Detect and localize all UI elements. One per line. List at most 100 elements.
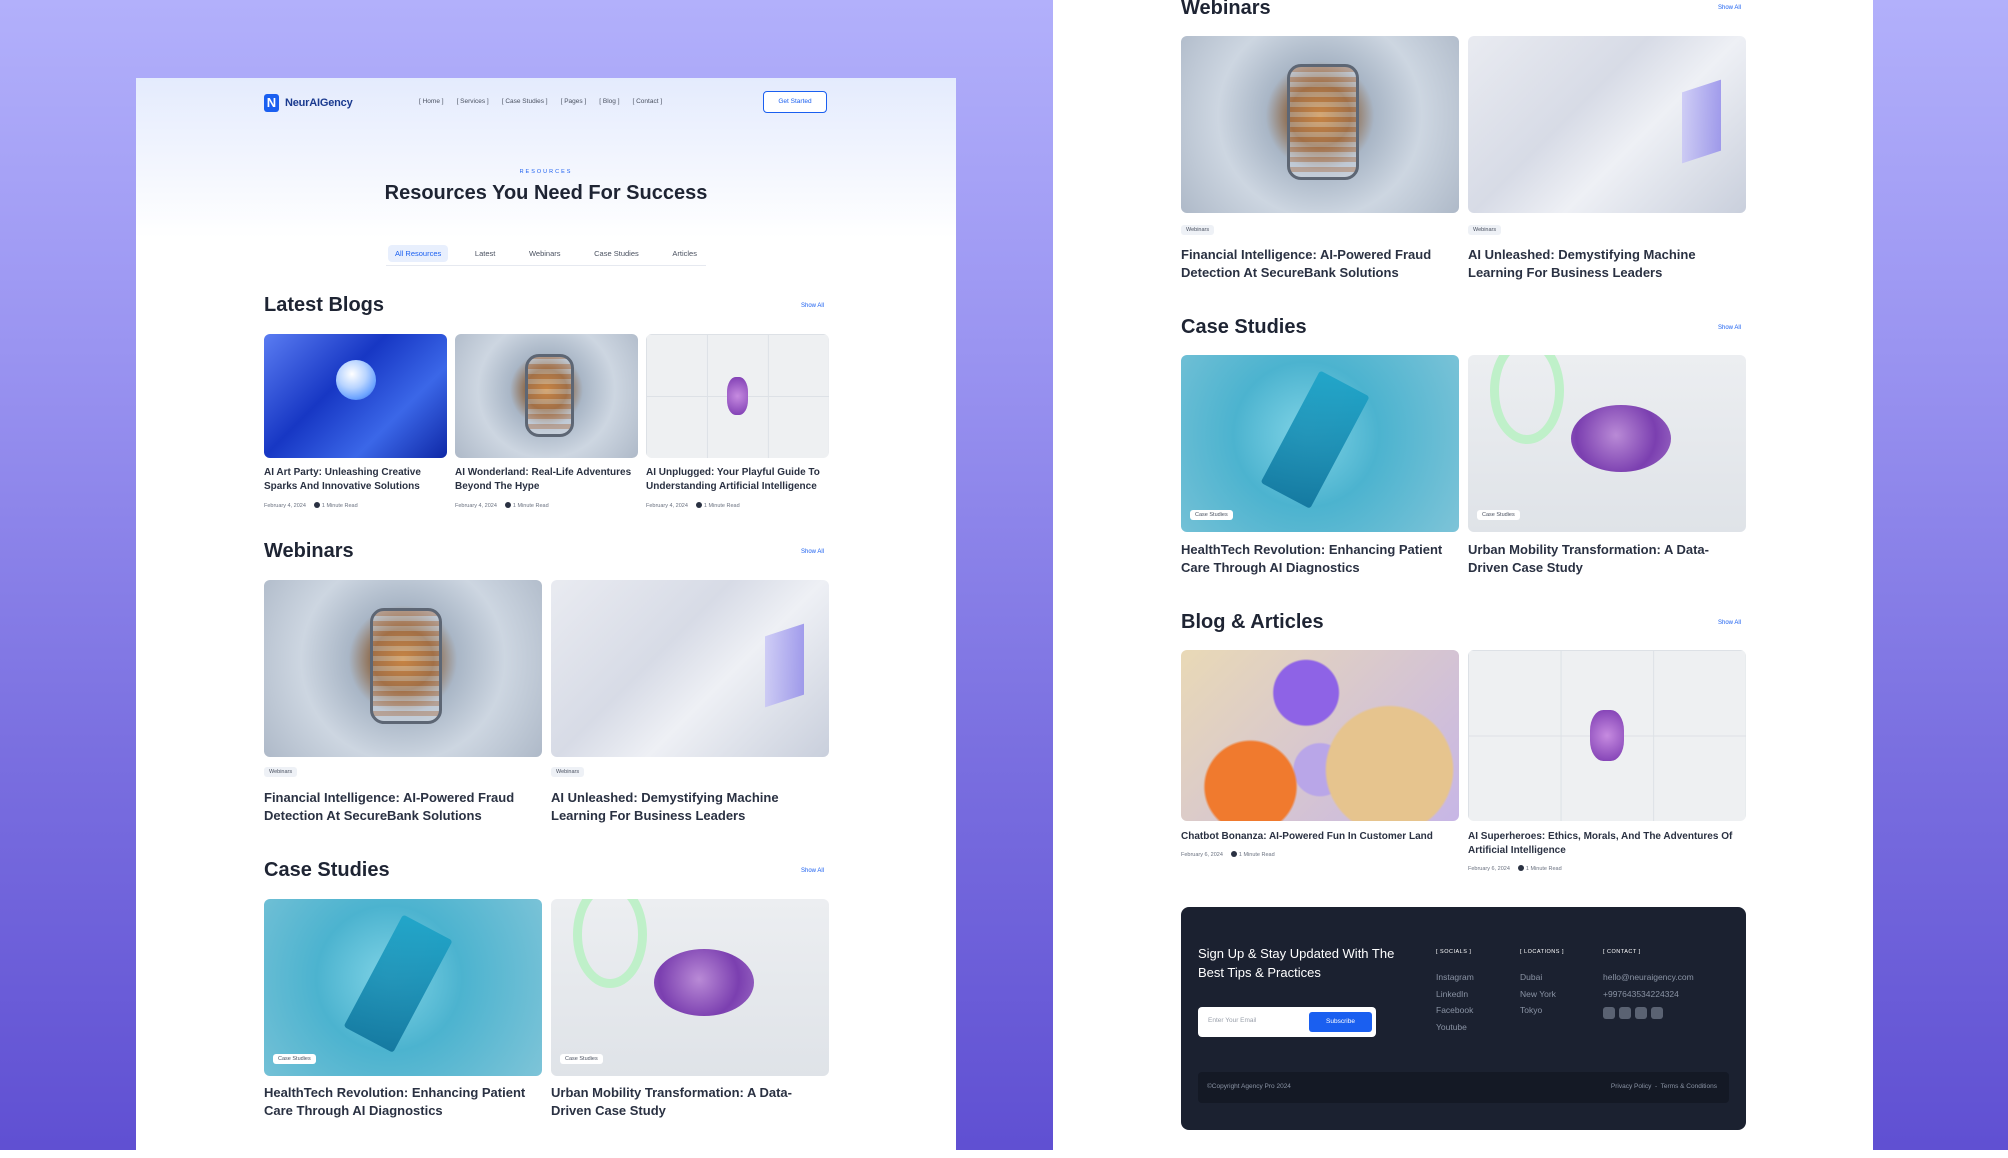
webinars-show-all[interactable]: Show All	[1718, 5, 1741, 11]
location-tokyo: Tokyo	[1520, 1005, 1543, 1015]
read-time: 1 Minute Read	[703, 503, 740, 509]
case-study-tag-2: Case Studies	[1477, 510, 1520, 520]
social-link-linkedin[interactable]: LinkedIn	[1436, 986, 1474, 1003]
case-study-thumbnail-2[interactable]: Case Studies	[1468, 355, 1746, 532]
blog-title-3[interactable]: AI Unplugged: Your Playful Guide To Unde…	[646, 466, 829, 493]
read-time: 1 Minute Read	[1525, 866, 1562, 872]
footer: Sign Up & Stay Updated With The Best Tip…	[1181, 907, 1746, 1130]
nav-pages[interactable]: [ Pages ]	[561, 98, 587, 105]
article-thumbnail-1[interactable]	[1181, 650, 1459, 821]
clock-icon	[504, 502, 511, 508]
tab-latest[interactable]: Latest	[468, 245, 502, 262]
case-studies-show-all[interactable]: Show All	[1718, 325, 1741, 331]
resources-page-bottom: Webinars Show All Webinars Financial Int…	[1053, 0, 1873, 1150]
social-link-youtube[interactable]: Youtube	[1436, 1019, 1474, 1036]
resource-tabs: All Resources Latest Webinars Case Studi…	[386, 242, 706, 266]
case-study-title-1[interactable]: HealthTech Revolution: Enhancing Patient…	[264, 1084, 542, 1119]
read-time: 1 Minute Read	[1238, 852, 1275, 858]
location-dubai: Dubai	[1520, 972, 1543, 982]
social-link-instagram[interactable]: Instagram	[1436, 969, 1474, 986]
twitter-icon[interactable]	[1619, 1007, 1631, 1019]
footer-bottom-bar: ©Copyright Agency Pro 2024 Privacy Polic…	[1198, 1072, 1729, 1103]
webinar-thumbnail-1[interactable]	[264, 580, 542, 757]
subscribe-button[interactable]: Subscribe	[1309, 1012, 1372, 1032]
case-study-thumbnail-2[interactable]: Case Studies	[551, 899, 829, 1076]
article-meta-1: February 6, 2024 1 Minute Read	[1181, 851, 1275, 858]
case-study-tag-1: Case Studies	[273, 1054, 316, 1064]
copyright: ©Copyright Agency Pro 2024	[1207, 1083, 1291, 1090]
case-study-thumbnail-1[interactable]: Case Studies	[264, 899, 542, 1076]
case-studies-heading: Case Studies	[264, 859, 390, 881]
blog-articles-heading: Blog & Articles	[1181, 611, 1324, 633]
latest-blogs-show-all[interactable]: Show All	[801, 303, 824, 309]
case-study-title-1[interactable]: HealthTech Revolution: Enhancing Patient…	[1181, 541, 1459, 576]
socials-heading: [ SOCIALS ]	[1436, 949, 1472, 955]
contact-column: [ CONTACT ] hello@neuraigency.com +99764…	[1603, 949, 1694, 1019]
logo[interactable]: N NeurAIGency	[264, 94, 353, 112]
webinars-show-all[interactable]: Show All	[801, 549, 824, 555]
location-new-york: New York	[1520, 988, 1556, 999]
blog-thumbnail-3[interactable]	[646, 334, 829, 458]
blog-meta-2: February 4, 2024 1 Minute Read	[455, 502, 549, 509]
tab-webinars[interactable]: Webinars	[522, 245, 568, 262]
webinar-thumbnail-2[interactable]	[1468, 36, 1746, 213]
webinar-thumbnail-1[interactable]	[1181, 36, 1459, 213]
blog-title-1[interactable]: AI Art Party: Unleashing Creative Sparks…	[264, 466, 447, 493]
nav-case-studies[interactable]: [ Case Studies ]	[502, 98, 548, 105]
webinar-title-1[interactable]: Financial Intelligence: AI-Powered Fraud…	[1181, 246, 1459, 281]
webinar-title-2[interactable]: AI Unleashed: Demystifying Machine Learn…	[551, 789, 829, 824]
contact-email[interactable]: hello@neuraigency.com	[1603, 969, 1694, 986]
instagram-icon[interactable]	[1635, 1007, 1647, 1019]
read-time: 1 Minute Read	[321, 503, 358, 509]
post-date: February 6, 2024	[1181, 852, 1223, 858]
webinars-heading: Webinars	[264, 540, 354, 562]
nav-services[interactable]: [ Services ]	[457, 98, 489, 105]
email-field[interactable]: Enter Your Email Subscribe	[1198, 1007, 1376, 1037]
contact-heading: [ CONTACT ]	[1603, 949, 1641, 955]
logo-icon: N	[264, 94, 279, 112]
read-time: 1 Minute Read	[512, 503, 549, 509]
article-thumbnail-2[interactable]	[1468, 650, 1746, 821]
social-link-facebook[interactable]: Facebook	[1436, 1002, 1474, 1019]
nav-home[interactable]: [ Home ]	[419, 98, 444, 105]
blog-thumbnail-1[interactable]	[264, 334, 447, 458]
case-studies-heading: Case Studies	[1181, 316, 1307, 338]
case-study-title-2[interactable]: Urban Mobility Transformation: A Data-Dr…	[551, 1084, 829, 1119]
blog-title-2[interactable]: AI Wonderland: Real-Life Adventures Beyo…	[455, 466, 638, 493]
blog-thumbnail-2[interactable]	[455, 334, 638, 458]
hero-kicker: RESOURCES	[519, 169, 573, 175]
webinar-title-1[interactable]: Financial Intelligence: AI-Powered Fraud…	[264, 789, 542, 824]
get-started-button[interactable]: Get Started	[763, 91, 827, 113]
nav-blog[interactable]: [ Blog ]	[599, 98, 619, 105]
clock-icon	[313, 502, 320, 508]
locations-heading: [ LOCATIONS ]	[1520, 949, 1564, 955]
latest-blogs-heading: Latest Blogs	[264, 294, 385, 316]
legal-links[interactable]: Privacy Policy - Terms & Conditions	[1611, 1083, 1717, 1090]
tab-case-studies[interactable]: Case Studies	[587, 245, 646, 262]
blog-articles-show-all[interactable]: Show All	[1718, 620, 1741, 626]
socials-column: [ SOCIALS ] Instagram LinkedIn Facebook …	[1436, 949, 1474, 1035]
case-study-title-2[interactable]: Urban Mobility Transformation: A Data-Dr…	[1468, 541, 1746, 576]
webinar-thumbnail-2[interactable]	[551, 580, 829, 757]
webinar-title-2[interactable]: AI Unleashed: Demystifying Machine Learn…	[1468, 246, 1746, 281]
tab-all-resources[interactable]: All Resources	[388, 245, 449, 262]
case-studies-show-all[interactable]: Show All	[801, 868, 824, 874]
article-meta-2: February 6, 2024 1 Minute Read	[1468, 865, 1562, 872]
social-icons	[1603, 1007, 1694, 1019]
webinar-tag-1: Webinars	[1181, 225, 1215, 235]
article-title-2[interactable]: AI Superheroes: Ethics, Morals, And The …	[1468, 830, 1746, 857]
logo-text: NeurAIGency	[285, 97, 353, 109]
nav-contact[interactable]: [ Contact ]	[633, 98, 663, 105]
clock-icon	[695, 502, 702, 508]
webinar-tag-2: Webinars	[1468, 225, 1502, 235]
linkedin-icon[interactable]	[1651, 1007, 1663, 1019]
contact-phone[interactable]: +997643534224324	[1603, 986, 1694, 1003]
resources-page-top: N NeurAIGency [ Home ] [ Services ] [ Ca…	[136, 78, 956, 1150]
facebook-icon[interactable]	[1603, 1007, 1615, 1019]
footer-headline: Sign Up & Stay Updated With The Best Tip…	[1198, 946, 1395, 980]
article-title-1[interactable]: Chatbot Bonanza: AI-Powered Fun In Custo…	[1181, 830, 1459, 844]
email-placeholder: Enter Your Email	[1208, 1017, 1257, 1024]
case-study-thumbnail-1[interactable]: Case Studies	[1181, 355, 1459, 532]
locations-column: [ LOCATIONS ] Dubai New York Tokyo	[1520, 949, 1564, 1019]
tab-articles[interactable]: Articles	[665, 245, 704, 262]
